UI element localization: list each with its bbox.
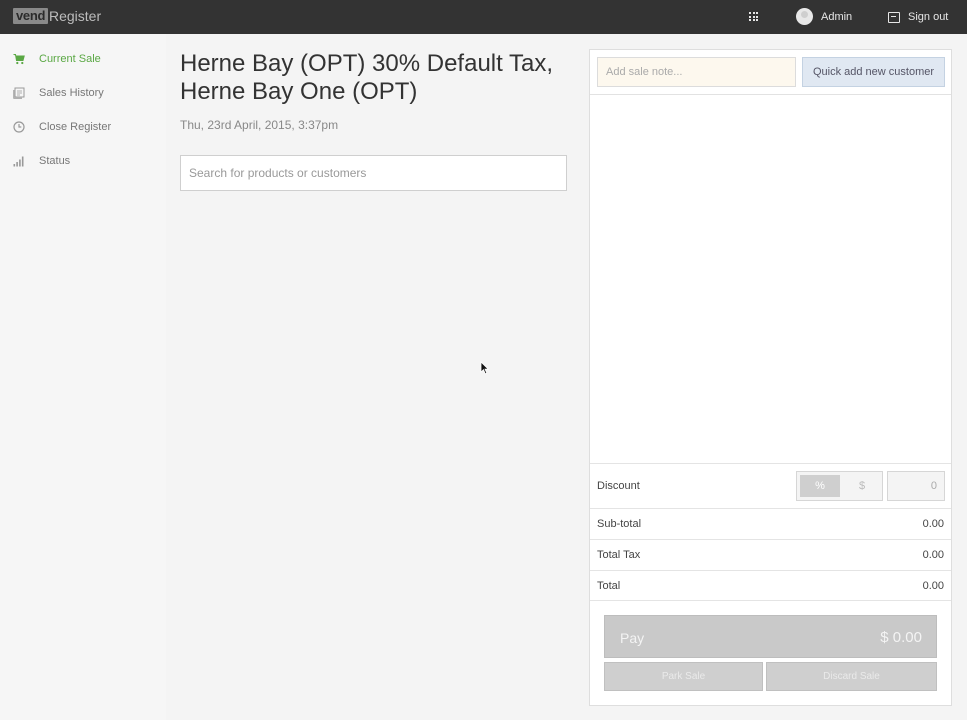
user-name[interactable]: Admin — [821, 11, 852, 23]
total-value: 0.00 — [922, 580, 944, 592]
pay-button[interactable]: Pay $ 0.00 — [604, 615, 937, 658]
sale-panel: Quick add new customer Discount % $ Sub-… — [589, 49, 952, 706]
sidebar-item-label: Close Register — [39, 121, 112, 133]
sign-out-label: Sign out — [908, 11, 949, 23]
pay-label: Pay — [620, 630, 645, 646]
total-tax-row: Total Tax 0.00 — [590, 539, 951, 570]
pay-amount: $ 0.00 — [880, 629, 922, 646]
subtotal-label: Sub-total — [597, 518, 642, 530]
total-tax-value: 0.00 — [922, 549, 944, 561]
subtotal-value: 0.00 — [922, 518, 944, 530]
discount-dollar-button[interactable]: $ — [843, 475, 881, 497]
top-bar: vend Register Admin Sign out — [0, 0, 967, 34]
main-content: Herne Bay (OPT) 30% Default Tax, Herne B… — [166, 34, 584, 720]
total-tax-label: Total Tax — [597, 549, 641, 561]
discount-percent-button[interactable]: % — [800, 475, 840, 497]
sale-note-input[interactable] — [597, 57, 796, 87]
sidebar-item-close-register[interactable]: Close Register — [0, 114, 166, 140]
clock-icon — [13, 121, 25, 133]
total-label: Total — [597, 580, 621, 592]
discount-input[interactable] — [887, 471, 945, 501]
total-row: Total 0.00 — [590, 570, 951, 601]
park-sale-button[interactable]: Park Sale — [604, 662, 763, 691]
page-title: Herne Bay (OPT) 30% Default Tax, Herne B… — [180, 50, 554, 105]
discard-sale-button[interactable]: Discard Sale — [766, 662, 937, 691]
discount-row: Discount % $ — [590, 463, 951, 508]
grid-icon[interactable] — [749, 12, 758, 21]
search-input[interactable] — [180, 155, 567, 191]
sign-out-button[interactable]: Sign out — [888, 10, 948, 24]
discount-label: Discount — [597, 480, 640, 492]
mouse-cursor-icon — [480, 361, 490, 375]
cart-icon — [13, 54, 25, 65]
discount-type-toggle: % $ — [796, 471, 883, 501]
sign-out-icon — [888, 11, 900, 23]
subtotal-row: Sub-total 0.00 — [590, 508, 951, 539]
sidebar: Current Sale Sales History Close Registe… — [0, 34, 166, 720]
sidebar-item-status[interactable]: Status — [0, 148, 166, 174]
quick-add-customer-button[interactable]: Quick add new customer — [802, 57, 945, 87]
sidebar-item-label: Current Sale — [39, 53, 101, 65]
signal-icon — [13, 156, 24, 167]
sidebar-item-label: Status — [39, 155, 71, 167]
sidebar-item-label: Sales History — [39, 87, 104, 99]
sale-panel-header: Quick add new customer — [590, 50, 951, 95]
app-title: Register — [49, 8, 102, 24]
history-icon — [13, 87, 25, 99]
sale-date: Thu, 23rd April, 2015, 3:37pm — [180, 118, 339, 132]
sidebar-item-sales-history[interactable]: Sales History — [0, 80, 166, 106]
sidebar-item-current-sale[interactable]: Current Sale — [0, 46, 166, 72]
vend-logo[interactable]: vend — [13, 8, 49, 24]
avatar[interactable] — [796, 8, 813, 25]
